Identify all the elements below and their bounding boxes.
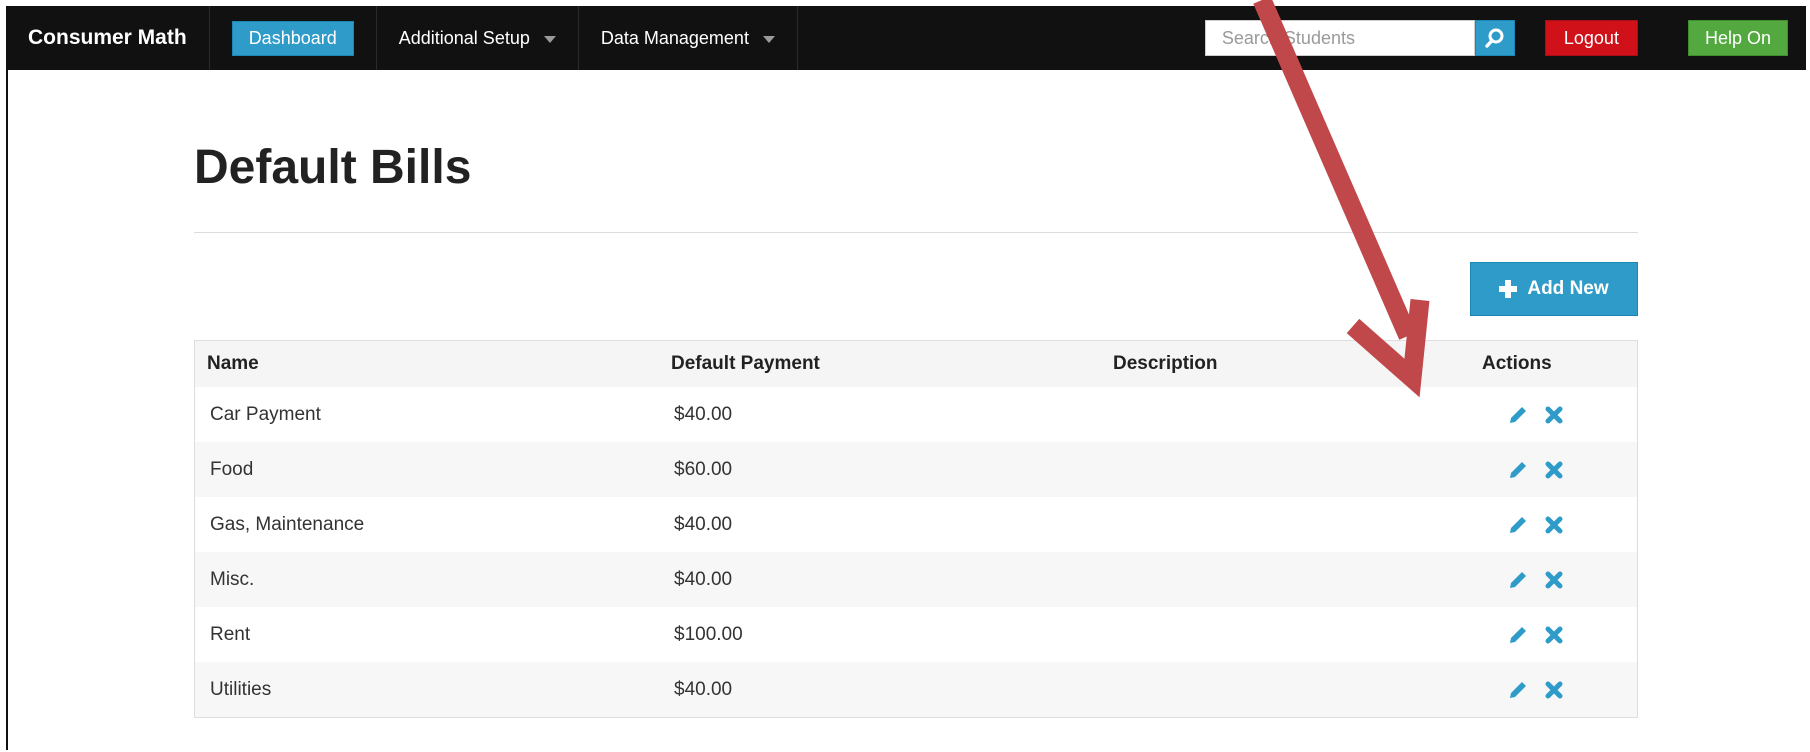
cell-description (1101, 552, 1470, 607)
pencil-icon[interactable] (1507, 679, 1529, 701)
search-group (1204, 6, 1515, 70)
bills-table: Name Default Payment Description Actions… (195, 341, 1637, 717)
table-body: Car Payment $40.00 Food $60.00 Gas, Main… (195, 387, 1637, 717)
column-header-default-payment: Default Payment (671, 353, 820, 374)
column-header-name: Name (207, 353, 259, 374)
row-actions (1485, 514, 1622, 536)
table-row: Gas, Maintenance $40.00 (195, 497, 1637, 552)
nav-additional-setup-label: Additional Setup (398, 27, 530, 48)
cell-description (1101, 607, 1470, 662)
cell-actions (1470, 662, 1637, 717)
row-actions (1485, 679, 1622, 701)
bills-table-container: Name Default Payment Description Actions… (194, 340, 1638, 718)
nav-additional-setup[interactable]: Additional Setup (377, 6, 579, 70)
nav-dashboard[interactable]: Dashboard (210, 6, 377, 70)
add-new-button[interactable]: Add New (1470, 262, 1638, 316)
column-header-actions: Actions (1482, 353, 1552, 374)
pencil-icon[interactable] (1507, 569, 1529, 591)
x-icon[interactable] (1543, 514, 1565, 536)
cell-name: Misc. (210, 568, 255, 590)
cell-name: Gas, Maintenance (210, 513, 365, 535)
page-title: Default Bills (194, 141, 472, 194)
search-icon (1485, 28, 1504, 48)
cell-actions (1470, 442, 1637, 497)
table-row: Car Payment $40.00 (195, 387, 1637, 442)
cell-payment: $60.00 (674, 458, 733, 480)
nav-data-management-label: Data Management (600, 27, 749, 48)
search-students-input[interactable] (1204, 20, 1475, 56)
pencil-icon[interactable] (1507, 459, 1529, 481)
top-navbar: Consumer Math Dashboard Additional Setup… (8, 6, 1806, 70)
row-actions (1485, 404, 1622, 426)
cell-actions (1470, 497, 1637, 552)
cell-name: Food (210, 458, 254, 480)
cell-description (1101, 662, 1470, 717)
cell-payment: $40.00 (674, 678, 733, 700)
pencil-icon[interactable] (1507, 404, 1529, 426)
app-window: Consumer Math Dashboard Additional Setup… (6, 6, 1806, 750)
x-icon[interactable] (1543, 624, 1565, 646)
cell-description (1101, 442, 1470, 497)
pencil-icon[interactable] (1507, 624, 1529, 646)
column-header-description: Description (1113, 353, 1218, 374)
cell-payment: $40.00 (674, 568, 733, 590)
cell-name: Rent (210, 623, 251, 645)
x-icon[interactable] (1543, 404, 1565, 426)
caret-down-icon (762, 35, 775, 43)
cell-actions (1470, 387, 1637, 442)
table-header: Name Default Payment Description Actions (195, 341, 1637, 387)
cell-actions (1470, 607, 1637, 662)
table-row: Utilities $40.00 (195, 662, 1637, 717)
x-icon[interactable] (1543, 679, 1565, 701)
brand-logo[interactable]: Consumer Math (8, 6, 210, 70)
nav-data-management[interactable]: Data Management (579, 6, 798, 70)
pencil-icon[interactable] (1507, 514, 1529, 536)
search-button[interactable] (1474, 20, 1515, 56)
cell-name: Utilities (210, 678, 272, 700)
cell-description (1101, 387, 1470, 442)
row-actions (1485, 569, 1622, 591)
x-icon[interactable] (1543, 459, 1565, 481)
table-header-row: Name Default Payment Description Actions (195, 341, 1637, 387)
nav-dashboard-label[interactable]: Dashboard (231, 20, 354, 56)
table-row: Misc. $40.00 (195, 552, 1637, 607)
add-new-label: Add New (1527, 278, 1609, 299)
logout-button[interactable]: Logout (1544, 20, 1638, 56)
cell-payment: $100.00 (674, 623, 743, 645)
plus-icon (1499, 280, 1518, 298)
caret-down-icon (543, 35, 556, 43)
row-actions (1485, 459, 1622, 481)
cell-actions (1470, 552, 1637, 607)
x-icon[interactable] (1543, 569, 1565, 591)
help-toggle-button[interactable]: Help On (1687, 20, 1788, 56)
cell-description (1101, 497, 1470, 552)
cell-payment: $40.00 (674, 513, 733, 535)
table-row: Food $60.00 (195, 442, 1637, 497)
table-row: Rent $100.00 (195, 607, 1637, 662)
row-actions (1485, 624, 1622, 646)
cell-payment: $40.00 (674, 403, 733, 425)
title-divider (194, 232, 1638, 233)
cell-name: Car Payment (210, 403, 321, 425)
